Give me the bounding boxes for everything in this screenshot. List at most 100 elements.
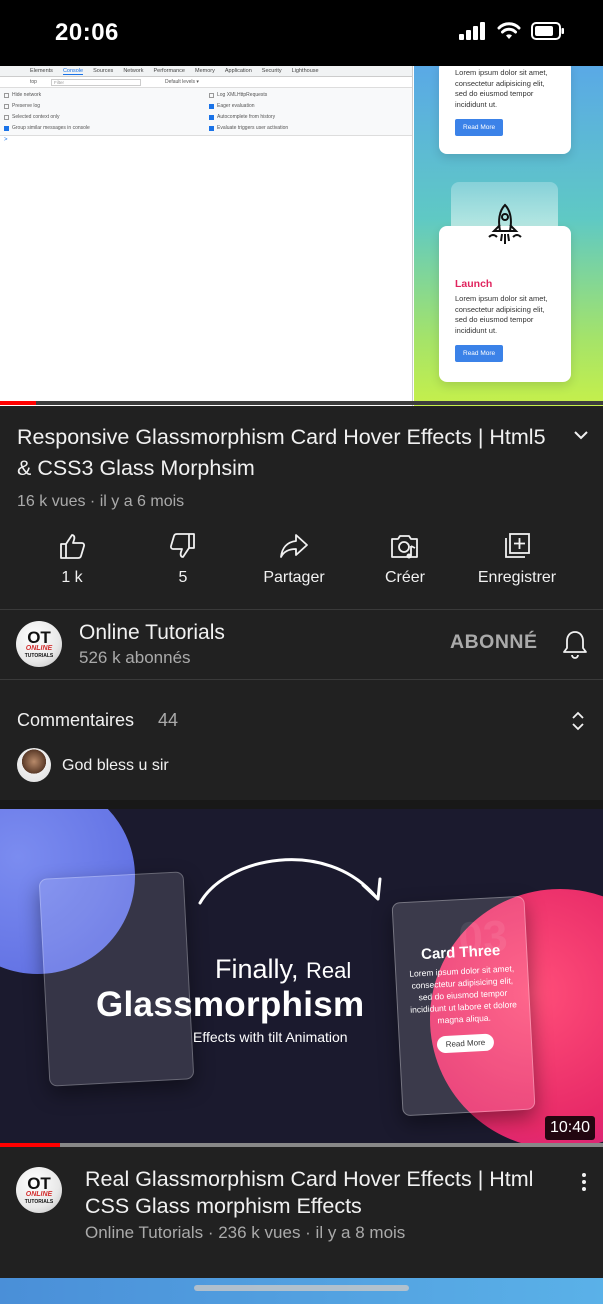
page-preview: Lorem ipsum dolor sit amet, consectetur …	[414, 66, 603, 406]
create-button[interactable]: Créer	[350, 530, 460, 587]
curved-arrow-icon	[198, 858, 382, 905]
section-separator	[0, 800, 603, 809]
devtools-tab: Network	[123, 68, 144, 74]
devtools-option: Preserve log	[4, 102, 209, 110]
video-title[interactable]: Responsive Glassmorphism Card Hover Effe…	[17, 422, 557, 484]
checkbox-checked-icon	[209, 103, 214, 109]
create-label: Créer	[384, 569, 425, 586]
checkbox-checked-icon	[4, 125, 9, 131]
channel-avatar[interactable]: OT ONLINE TUTORIALS	[16, 1167, 62, 1213]
next-video-thumbnail[interactable]: Finally, Real Glassmorphism Effects with…	[0, 809, 603, 1146]
checkbox-icon	[209, 92, 214, 98]
like-count: 1 k	[61, 569, 83, 586]
devtools-tabs: Elements Console Sources Network Perform…	[0, 66, 412, 77]
subscribed-button[interactable]: ABONNÉ	[450, 631, 538, 654]
share-label: Partager	[263, 569, 325, 586]
save-button[interactable]: Enregistrer	[462, 530, 572, 587]
video-progress-bar[interactable]	[0, 401, 603, 405]
status-bar: 20:06	[0, 0, 603, 66]
glass-card	[38, 871, 195, 1087]
devtools-tab: Lighthouse	[291, 68, 319, 74]
card-title: Launch	[455, 278, 493, 290]
chevron-down-icon[interactable]	[571, 425, 591, 445]
wifi-icon	[497, 22, 521, 39]
thumbnail-headline: Finally, Real	[215, 954, 351, 985]
read-more-button: Read More	[436, 1033, 495, 1054]
logo-text: TUTORIALS	[24, 1198, 54, 1205]
option-label: Group similar messages in console	[12, 125, 90, 131]
devtools-option: Log XMLHttpRequests	[209, 91, 409, 99]
like-button[interactable]: 1 k	[17, 530, 127, 587]
rocket-tile	[451, 182, 558, 268]
devtools-tab: Console	[62, 67, 84, 75]
share-button[interactable]: Partager	[239, 530, 349, 587]
headline-text: Real	[306, 958, 352, 983]
option-label: Hide network	[12, 92, 42, 98]
devtools-panel: Elements Console Sources Network Perform…	[0, 66, 413, 406]
preview-card: Lorem ipsum dolor sit amet, consectetur …	[439, 66, 571, 154]
commenter-avatar	[17, 748, 51, 782]
comments-section[interactable]: Commentaires 44 God bless u sir	[0, 681, 603, 800]
rocket-icon	[487, 203, 522, 244]
option-label: Eager evaluation	[217, 103, 255, 109]
next-video-info[interactable]: OT ONLINE TUTORIALS Real Glassmorphism C…	[0, 1147, 603, 1277]
devtools-option: Autocomplete from history	[209, 113, 409, 121]
video-meta: 16 k vues · il y a 6 mois	[17, 493, 185, 510]
devtools-tab: Elements	[30, 68, 53, 74]
console-prompt: >	[4, 137, 8, 143]
devtools-toolbar: top Filter Default levels ▾	[0, 77, 412, 88]
next-video-title[interactable]: Real Glassmorphism Card Hover Effects | …	[85, 1166, 565, 1220]
notification-bell-icon[interactable]	[562, 629, 588, 659]
devtools-options: Hide network Log XMLHttpRequests Preserv…	[0, 88, 412, 136]
create-camera-icon	[391, 535, 418, 559]
logo-text: TUTORIALS	[24, 652, 54, 659]
comments-title: Commentaires	[17, 710, 135, 730]
glass-card: 03 Card Three Lorem ipsum dolor sit amet…	[391, 895, 536, 1117]
comments-count: 44	[158, 710, 179, 730]
dislike-button[interactable]: 5	[128, 530, 238, 587]
option-label: Autocomplete from history	[217, 114, 276, 120]
read-more-button: Read More	[455, 345, 504, 362]
thumbnail-subline: Effects with tilt Animation	[193, 1029, 348, 1045]
thumbnail-headline-main: Glassmorphism	[96, 985, 365, 1024]
expand-icon[interactable]	[570, 709, 586, 733]
devtools-filter: Filter	[50, 78, 141, 86]
status-icons	[459, 22, 565, 40]
channel-subscribers: 526 k abonnés	[79, 648, 191, 667]
devtools-tab: Sources	[93, 68, 114, 74]
devtools-option: Selected context only	[4, 113, 209, 121]
divider	[0, 609, 603, 610]
option-label: Selected context only	[12, 114, 60, 120]
devtools-tab: Security	[261, 68, 282, 74]
share-icon	[280, 534, 308, 558]
channel-avatar[interactable]: OT ONLINE TUTORIALS	[16, 621, 62, 667]
checkbox-checked-icon	[209, 125, 214, 131]
devtools-tab: Memory	[194, 68, 215, 74]
cellular-signal-icon	[459, 22, 485, 40]
channel-row[interactable]: OT ONLINE TUTORIALS Online Tutorials 526…	[0, 611, 603, 679]
save-label: Enregistrer	[477, 569, 557, 586]
card-text: Lorem ipsum dolor sit amet, consectetur …	[455, 68, 548, 109]
home-indicator[interactable]	[194, 1285, 409, 1291]
devtools-tab: Performance	[153, 68, 185, 74]
next-thumbnail-peek[interactable]	[0, 1278, 603, 1304]
thumbs-up-icon	[60, 534, 86, 559]
option-label: Preserve log	[12, 103, 41, 109]
comment-text: God bless u sir	[62, 757, 169, 774]
logo-text: OT	[27, 627, 51, 647]
logo-text: ONLINE	[25, 1190, 53, 1198]
battery-icon	[531, 22, 564, 40]
more-options-icon[interactable]	[578, 1171, 590, 1193]
channel-name[interactable]: Online Tutorials	[79, 621, 225, 645]
devtools-context: top	[30, 79, 37, 85]
video-player[interactable]: Elements Console Sources Network Perform…	[0, 66, 603, 406]
option-label: Log XMLHttpRequests	[217, 92, 268, 98]
headline-text: Finally,	[215, 954, 299, 984]
read-more-button: Read More	[455, 119, 504, 136]
devtools-option: Hide network	[4, 91, 209, 99]
duration-badge: 10:40	[544, 1116, 595, 1140]
checkbox-icon	[4, 114, 9, 120]
divider	[0, 679, 603, 680]
thumbs-down-icon	[169, 533, 195, 558]
devtools-levels: Default levels ▾	[164, 79, 199, 85]
